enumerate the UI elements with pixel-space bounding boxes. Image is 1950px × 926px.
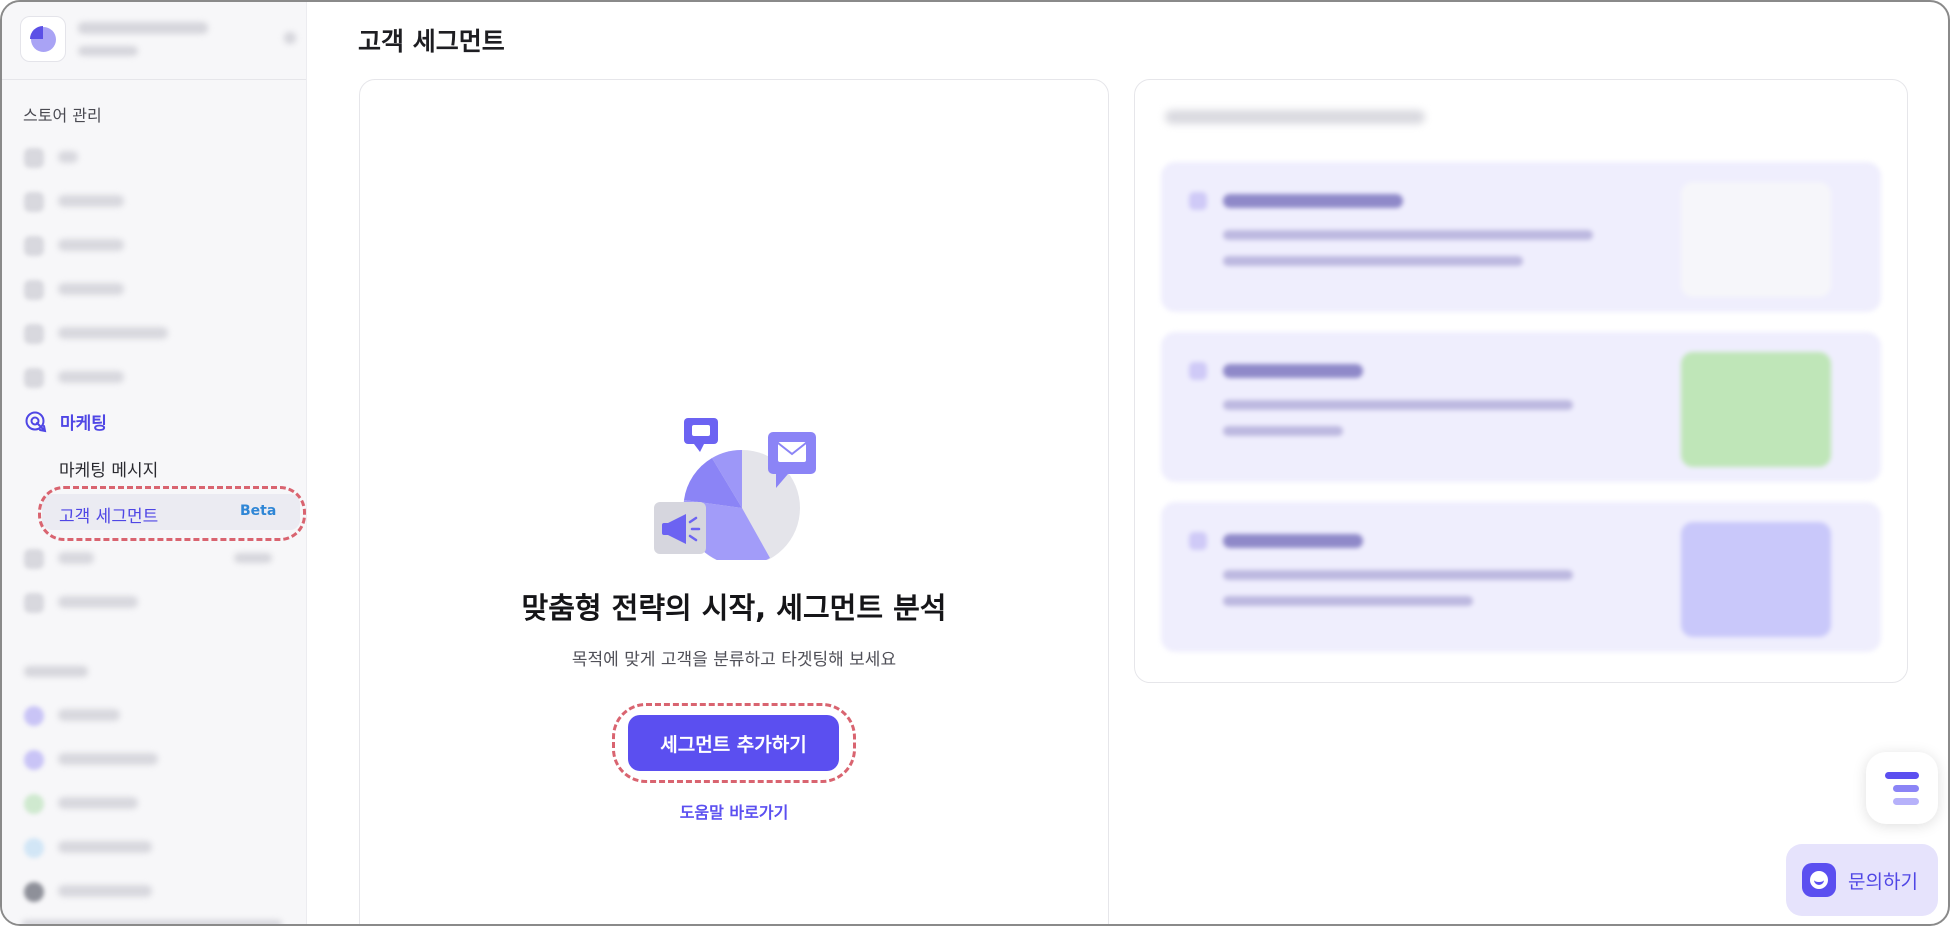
- highlight-annotation: [38, 486, 306, 541]
- footer-blurred: [22, 920, 282, 924]
- page-title: 고객 세그먼트: [358, 27, 505, 56]
- inquiry-label: 문의하기: [1848, 870, 1918, 893]
- feature-preview-card: [1134, 79, 1908, 683]
- store-logo[interactable]: [20, 16, 66, 62]
- help-link[interactable]: 도움말 바로가기: [359, 799, 1109, 823]
- segment-illustration: [654, 418, 816, 560]
- highlight-annotation: [612, 703, 856, 783]
- sidebar-section-label: 스토어 관리: [23, 106, 102, 125]
- hero-title: 맞춤형 전략의 시작, 세그먼트 분석: [521, 591, 947, 625]
- store-name-blurred: [78, 22, 208, 34]
- preview-title-blurred: [1165, 110, 1425, 124]
- app-window: 스토어 관리 마케팅 마케팅 메시지 고객 세그먼트 Beta 고객 세그먼트 …: [0, 0, 1950, 926]
- collapse-icon[interactable]: [284, 32, 296, 44]
- inquiry-button[interactable]: 문의하기: [1786, 844, 1938, 916]
- sidebar-header: [2, 2, 306, 80]
- feature-item-blurred: [1161, 502, 1881, 652]
- menu-lines-icon[interactable]: [1866, 752, 1938, 824]
- marketing-target-icon: [25, 411, 47, 433]
- section-label-blurred: [24, 666, 88, 677]
- chat-bubble-icon: [1802, 863, 1836, 897]
- sidebar: 스토어 관리 마케팅 마케팅 메시지 고객 세그먼트 Beta: [2, 2, 307, 924]
- sidebar-subitem-marketing-message[interactable]: 마케팅 메시지: [59, 456, 158, 481]
- hero-subtitle: 목적에 맞게 고객을 분류하고 타겟팅해 보세요: [571, 650, 897, 670]
- sidebar-item-label: 마케팅: [60, 413, 107, 434]
- feature-item-blurred: [1161, 332, 1881, 482]
- count-blurred: [234, 553, 272, 563]
- sidebar-item-marketing[interactable]: 마케팅: [24, 407, 107, 435]
- feature-item-blurred: [1161, 162, 1881, 312]
- store-sub-blurred: [78, 46, 138, 56]
